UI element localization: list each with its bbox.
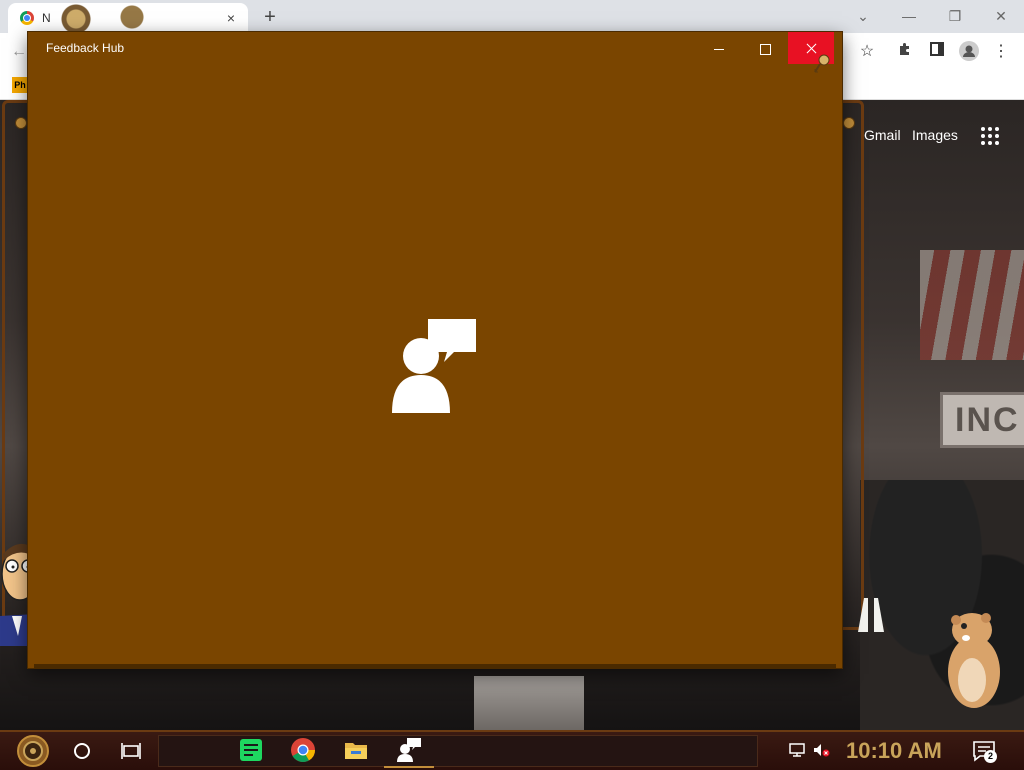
cortana-icon[interactable] [72,741,92,761]
street-light-image [474,676,584,730]
notification-count-badge: 2 [984,750,997,763]
mouse-cursor-icon [814,54,830,73]
splash-screen [34,64,836,664]
taskbar: 10:10 AM 2 [0,730,1024,770]
minimize-button[interactable] [696,32,742,64]
volume-muted-icon[interactable] [812,742,830,758]
tab-search-icon[interactable]: ⌄ [840,3,886,29]
bookmark-star-icon[interactable]: ☆ [856,41,878,63]
gmail-link[interactable]: Gmail [864,127,901,143]
window-title: Feedback Hub [46,41,125,55]
feedback-hub-icon [392,319,476,413]
awning-image [920,250,1024,360]
title-bar[interactable]: Feedback Hub [28,32,842,64]
file-explorer-icon[interactable] [343,737,369,763]
images-link[interactable]: Images [912,127,958,143]
feedback-hub-taskbar-icon[interactable] [396,737,422,763]
network-icon[interactable] [788,742,806,758]
start-button-icon[interactable] [12,734,54,768]
extensions-puzzle-icon[interactable] [894,41,916,63]
notes-app-icon[interactable] [238,737,264,763]
new-tab-button[interactable]: + [258,5,282,29]
google-apps-icon[interactable] [981,127,999,145]
feedback-hub-window: Feedback Hub [28,32,842,668]
chrome-icon[interactable] [290,737,316,763]
window-bottom-edge [34,664,836,668]
tab-strip: N × + ⌄ — ❐ ✕ [0,0,1024,35]
dancing-hamster-image [948,613,1000,708]
bottle-image [858,598,884,632]
browser-close-button[interactable]: ✕ [978,3,1024,29]
task-view-icon[interactable] [120,741,142,761]
browser-restore-button[interactable]: ❐ [932,3,978,29]
profile-avatar-icon[interactable] [958,41,980,63]
side-panel-icon[interactable] [926,41,948,63]
back-arrow-icon[interactable]: ← [8,41,30,63]
steampunk-gears-overlay [52,0,164,35]
maximize-button[interactable] [742,32,788,64]
tab-close-button[interactable]: × [222,9,240,27]
rivet [15,117,27,129]
taskbar-clock[interactable]: 10:10 AM [846,738,942,764]
browser-minimize-button[interactable]: — [886,3,932,29]
rivet [843,117,855,129]
bookmark-item[interactable]: Ph [12,77,28,93]
browser-tab[interactable]: N × [8,0,248,35]
chrome-favicon-icon [20,11,34,25]
storefront-sign: INC [940,392,1024,448]
browser-menu-icon[interactable]: ⋮ [990,41,1012,63]
